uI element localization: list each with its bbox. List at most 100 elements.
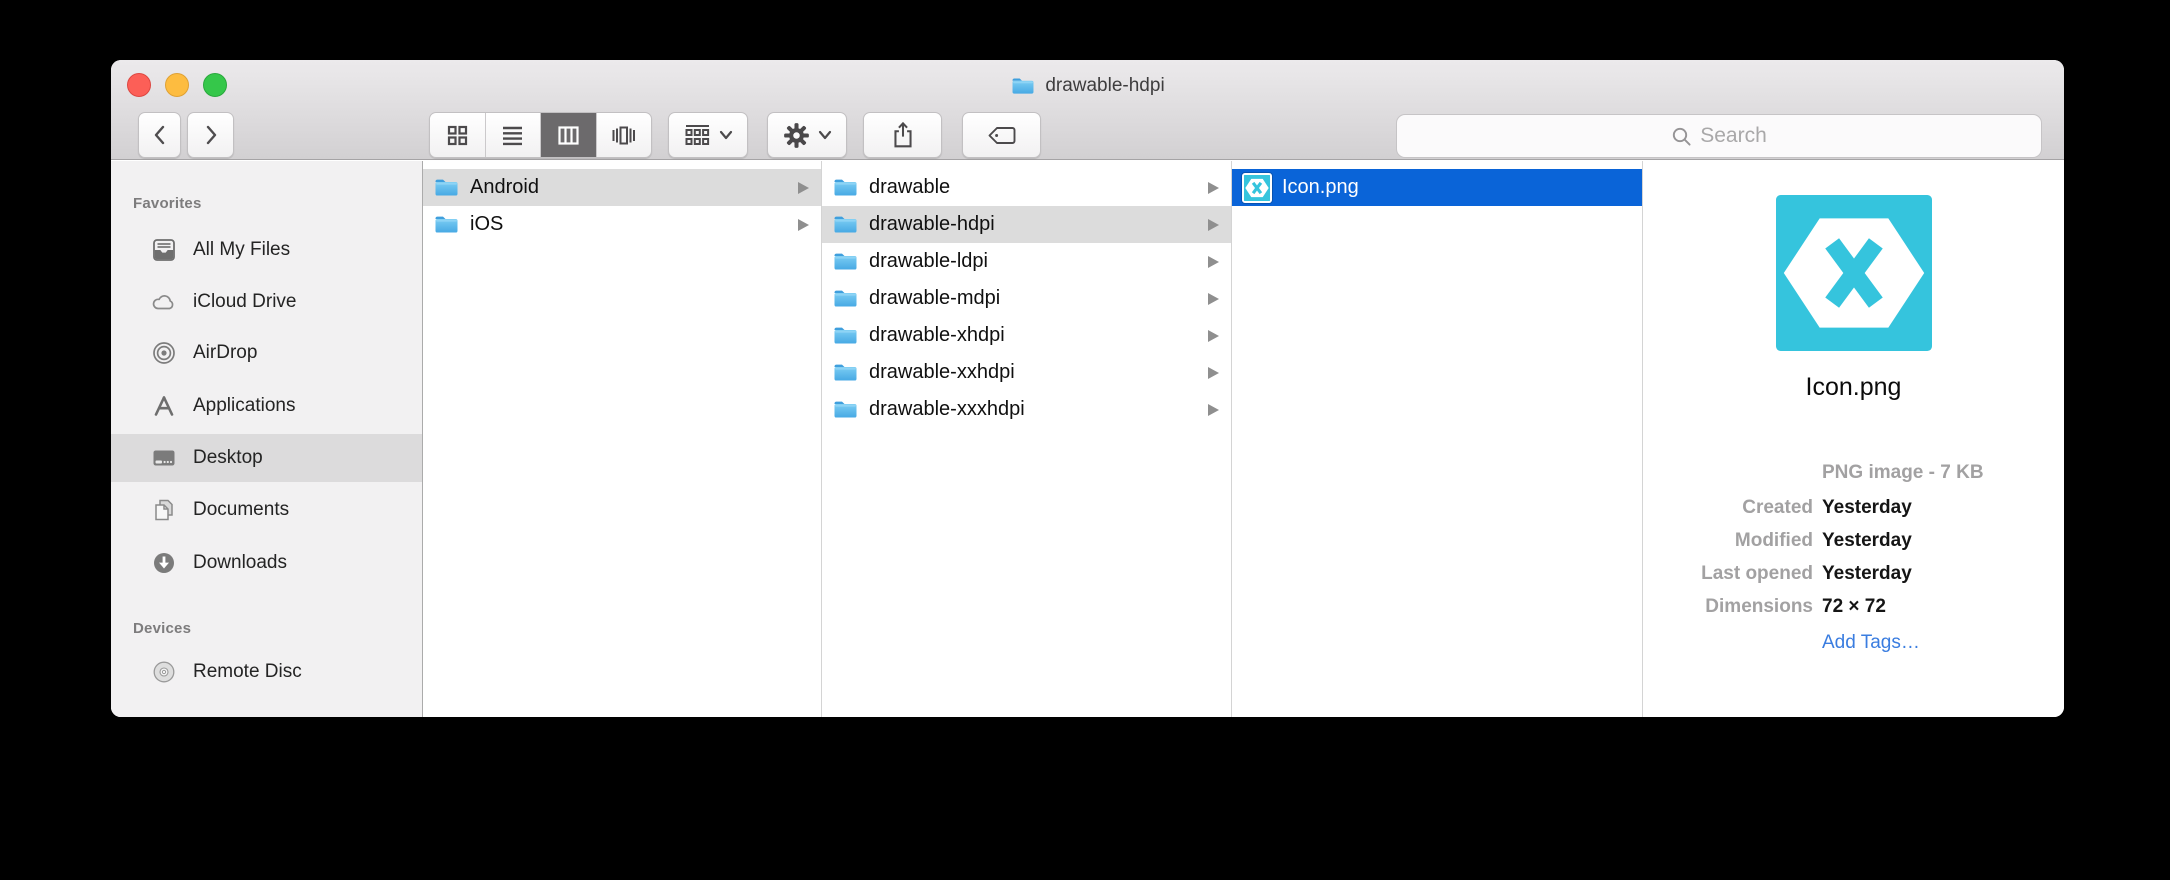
chevron-down-icon xyxy=(818,130,832,140)
list-view-button[interactable] xyxy=(486,113,542,157)
column-3: Icon.png xyxy=(1232,161,1643,717)
disclosure-triangle-icon xyxy=(1208,256,1219,268)
sidebar-item-remote-disc[interactable]: Remote Disc xyxy=(111,648,422,696)
folder-icon xyxy=(832,362,859,383)
action-menu-button[interactable] xyxy=(767,112,847,158)
folder-icon xyxy=(832,288,859,309)
sidebar-section-favorites: Favorites xyxy=(133,195,202,212)
folder-icon xyxy=(832,177,859,198)
chevron-right-icon xyxy=(203,123,219,147)
tag-button[interactable] xyxy=(962,112,1041,158)
folder-row-android[interactable]: Android xyxy=(423,169,821,206)
sidebar-item-label: All My Files xyxy=(193,239,290,261)
sidebar: Favorites All My Files iCloud Drive AirD… xyxy=(111,161,423,717)
applications-icon xyxy=(151,393,177,419)
file-row-icon-png[interactable]: Icon.png xyxy=(1232,169,1642,206)
folder-name: drawable-ldpi xyxy=(869,250,988,273)
folder-row-drawable-ldpi[interactable]: drawable-ldpi xyxy=(822,243,1231,280)
coverflow-view-icon xyxy=(611,124,636,147)
sidebar-item-applications[interactable]: Applications xyxy=(111,382,422,430)
airdrop-icon xyxy=(151,340,177,366)
documents-icon xyxy=(151,497,177,523)
add-tags-link[interactable]: Add Tags… xyxy=(1822,632,1920,654)
folder-row-drawable-hdpi[interactable]: drawable-hdpi xyxy=(822,206,1231,243)
sidebar-item-label: AirDrop xyxy=(193,342,257,364)
share-icon xyxy=(890,121,916,149)
disclosure-triangle-icon xyxy=(1208,293,1219,305)
detail-value: 72 × 72 xyxy=(1822,596,1886,618)
folder-icon xyxy=(832,399,859,420)
preview-filename: Icon.png xyxy=(1643,373,2064,402)
folder-row-ios[interactable]: iOS xyxy=(423,206,821,243)
folder-row-drawable-mdpi[interactable]: drawable-mdpi xyxy=(822,280,1231,317)
titlebar: drawable-hdpi xyxy=(111,60,2064,160)
folder-name: drawable-xxhdpi xyxy=(869,361,1015,384)
sidebar-item-desktop[interactable]: Desktop xyxy=(111,434,422,482)
window-title: drawable-hdpi xyxy=(1045,75,1164,97)
detail-row-created: Created Yesterday xyxy=(1643,491,2060,524)
xamarin-preview-image xyxy=(1776,195,1932,351)
preview-kind: PNG image - 7 KB xyxy=(1822,462,1984,484)
sidebar-item-airdrop[interactable]: AirDrop xyxy=(111,329,422,377)
all-my-files-icon xyxy=(151,237,177,263)
finder-window: drawable-hdpi xyxy=(111,60,2064,717)
arrange-menu-button[interactable] xyxy=(668,112,748,158)
folder-icon xyxy=(433,214,460,235)
coverflow-view-button[interactable] xyxy=(597,113,652,157)
folder-name: drawable xyxy=(869,176,950,199)
column-view-button[interactable] xyxy=(541,113,597,157)
sidebar-item-icloud-drive[interactable]: iCloud Drive xyxy=(111,278,422,326)
folder-row-drawable[interactable]: drawable xyxy=(822,169,1231,206)
folder-row-drawable-xhdpi[interactable]: drawable-xhdpi xyxy=(822,317,1231,354)
sidebar-item-downloads[interactable]: Downloads xyxy=(111,539,422,587)
preview-details: Created Yesterday Modified Yesterday Las… xyxy=(1643,491,2060,623)
icloud-icon xyxy=(151,289,177,315)
detail-label: Created xyxy=(1643,497,1813,519)
search-input[interactable]: Search xyxy=(1396,114,2042,158)
sidebar-item-label: Downloads xyxy=(193,552,287,574)
folder-icon xyxy=(832,325,859,346)
back-button[interactable] xyxy=(138,112,181,158)
detail-label: Dimensions xyxy=(1643,596,1813,618)
search-placeholder: Search xyxy=(1700,124,1767,148)
icon-view-button[interactable] xyxy=(430,113,486,157)
forward-button[interactable] xyxy=(187,112,234,158)
folder-icon xyxy=(433,177,460,198)
folder-name: drawable-hdpi xyxy=(869,213,995,236)
disclosure-triangle-icon xyxy=(798,182,809,194)
column-view-icon xyxy=(557,124,580,147)
preview-pane: Icon.png PNG image - 7 KB Created Yester… xyxy=(1643,161,2064,717)
sidebar-item-label: Applications xyxy=(193,395,295,417)
icon-view-icon xyxy=(446,124,469,147)
detail-row-last-opened: Last opened Yesterday xyxy=(1643,557,2060,590)
detail-value: Yesterday xyxy=(1822,497,1912,519)
folder-name: iOS xyxy=(470,213,503,236)
sidebar-item-documents[interactable]: Documents xyxy=(111,486,422,534)
downloads-icon xyxy=(151,550,177,576)
chevron-left-icon xyxy=(152,123,168,147)
folder-row-drawable-xxhdpi[interactable]: drawable-xxhdpi xyxy=(822,354,1231,391)
sidebar-item-label: iCloud Drive xyxy=(193,291,296,313)
folder-row-drawable-xxxhdpi[interactable]: drawable-xxxhdpi xyxy=(822,391,1231,428)
detail-value: Yesterday xyxy=(1822,563,1912,585)
column-browser: Android iOS drawable drawable-hdpi xyxy=(423,161,2064,717)
finder-content: Favorites All My Files iCloud Drive AirD… xyxy=(111,161,2064,717)
arrange-icon xyxy=(684,123,711,147)
folder-icon xyxy=(1010,76,1036,96)
folder-name: drawable-mdpi xyxy=(869,287,1000,310)
detail-label: Last opened xyxy=(1643,563,1813,585)
desktop-icon xyxy=(151,445,177,471)
folder-name: drawable-xxxhdpi xyxy=(869,398,1025,421)
sidebar-item-all-my-files[interactable]: All My Files xyxy=(111,226,422,274)
sidebar-item-label: Desktop xyxy=(193,447,263,469)
detail-label: Modified xyxy=(1643,530,1813,552)
remote-disc-icon xyxy=(151,659,177,685)
window-title-row: drawable-hdpi xyxy=(111,75,2064,97)
detail-value: Yesterday xyxy=(1822,530,1912,552)
share-button[interactable] xyxy=(863,112,942,158)
xamarin-file-icon xyxy=(1242,173,1272,203)
list-view-icon xyxy=(501,124,524,147)
search-icon xyxy=(1671,126,1692,147)
disclosure-triangle-icon xyxy=(798,219,809,231)
folder-icon xyxy=(832,251,859,272)
